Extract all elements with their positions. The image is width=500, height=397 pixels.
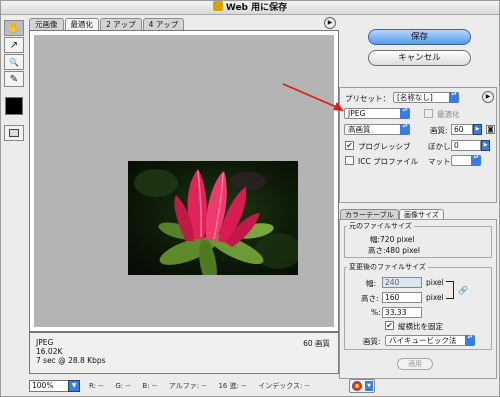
view-tabs: 元画像 最適化 2 アップ 4 アップ — [29, 18, 185, 30]
resample-label: 画質: — [363, 337, 381, 346]
width-field[interactable]: 240 — [382, 277, 422, 288]
eyedropper-color-swatch[interactable] — [5, 97, 23, 115]
preview-info-panel: JPEG 16.02K 7 sec @ 28.8 Kbps 60 画質 — [29, 332, 339, 374]
hand-icon: ✋ — [7, 22, 21, 34]
chevron-down-icon[interactable]: ▼ — [68, 380, 80, 392]
quality-label: 画質: — [430, 126, 448, 135]
constrain-proportions-label: 縦横比を固定 — [398, 322, 443, 331]
status-alpha: アルファ: -- — [168, 382, 207, 390]
browser-icon — [352, 381, 362, 391]
save-for-web-window: Web 用に保存 ✋ ↗ 🔍 ✎ 元画像 最適化 2 アップ 4 アップ ▶ J… — [0, 0, 500, 397]
preview-pane — [29, 30, 339, 332]
matte-label: マット: — [428, 157, 454, 166]
slice-select-tool[interactable]: ↗ — [4, 37, 24, 53]
matte-select[interactable] — [451, 155, 481, 166]
play-arrow-icon: ▶ — [485, 93, 491, 100]
toolbox: ✋ ↗ 🔍 ✎ — [4, 20, 24, 142]
tab-original[interactable]: 元画像 — [29, 18, 64, 30]
info-format: JPEG — [36, 338, 54, 347]
status-b: B: -- — [142, 382, 157, 390]
blur-slider-arrow[interactable]: ▶ — [481, 140, 490, 151]
width-unit: pixel — [426, 278, 444, 287]
quality-field[interactable]: 60 — [451, 124, 473, 135]
icc-profile-label: ICC プロファイル — [358, 157, 419, 166]
status-index: インデックス: -- — [258, 382, 310, 390]
slices-visibility-icon — [9, 129, 19, 137]
resample-select[interactable]: バイキュービック法 — [385, 335, 475, 346]
quality-slider-arrow[interactable]: ▶ — [473, 124, 482, 135]
preset-label: プリセット： — [345, 94, 390, 103]
progressive-label: プログレッシブ — [358, 142, 411, 151]
preview-image — [128, 161, 298, 275]
play-arrow-icon: ▶ — [327, 19, 333, 26]
width-label: 幅: — [366, 279, 377, 288]
info-file-size: 16.02K — [36, 347, 63, 356]
save-button[interactable]: 保存 — [368, 29, 471, 45]
toggle-slices-tool[interactable] — [4, 125, 24, 141]
original-width: 幅:720 pixel — [370, 235, 415, 244]
apply-button[interactable]: 適用 — [397, 358, 433, 370]
preview-menu-button[interactable]: ▶ — [324, 17, 336, 29]
zoom-tool[interactable]: 🔍 — [4, 54, 24, 70]
optimized-label: 最適化 — [437, 110, 460, 119]
height-label: 高さ: — [361, 294, 379, 303]
format-select[interactable]: JPEG — [344, 108, 410, 119]
original-size-title: 元のファイルサイズ — [347, 221, 414, 231]
blur-field[interactable]: 0 — [451, 140, 481, 151]
window-title: Web 用に保存 — [225, 3, 288, 13]
info-download-time: 7 sec @ 28.8 Kbps — [36, 356, 106, 365]
tab-2up[interactable]: 2 アップ — [100, 18, 142, 30]
tab-4up[interactable]: 4 アップ — [142, 18, 185, 30]
tab-optimized[interactable]: 最適化 — [64, 18, 99, 30]
info-quality: 60 画質 — [303, 339, 330, 348]
cancel-button[interactable]: キャンセル — [368, 50, 471, 66]
lock-icon: 🔗 — [458, 286, 468, 295]
icc-profile-checkbox[interactable] — [345, 156, 354, 165]
status-hex: 16 進: -- — [218, 382, 247, 390]
preview-in-browser-button[interactable]: ▼ — [349, 379, 375, 393]
zoom-value: 100% — [32, 381, 54, 390]
quality-mask-icon[interactable]: ◙ — [486, 125, 495, 134]
status-g: G: -- — [115, 382, 131, 390]
slice-select-icon: ↗ — [9, 39, 19, 51]
zoom-icon: 🔍 — [9, 57, 19, 67]
optimized-checkbox[interactable] — [424, 109, 433, 118]
status-bar: 100% ▼ R: -- G: -- B: -- アルファ: -- 16 進: … — [29, 379, 499, 393]
original-height: 高さ:480 pixel — [368, 246, 420, 255]
status-r: R: -- — [89, 382, 104, 390]
eyedropper-icon: ✎ — [9, 73, 19, 85]
eyedropper-tool[interactable]: ✎ — [4, 71, 24, 87]
height-unit: pixel — [426, 293, 444, 302]
percent-label: %: — [371, 308, 381, 317]
zoom-select[interactable]: 100% ▼ — [29, 380, 80, 392]
constrain-proportions-checkbox[interactable]: ✔ — [385, 321, 394, 330]
hand-tool[interactable]: ✋ — [4, 20, 24, 36]
photoshop-icon — [212, 1, 223, 11]
title-bar: Web 用に保存 — [1, 1, 499, 15]
blur-label: ぼかし: — [428, 142, 454, 151]
azalea-bud-photo — [134, 169, 298, 275]
height-field[interactable]: 160 — [382, 292, 422, 303]
link-chain-icon — [446, 281, 454, 299]
chevron-down-icon: ▼ — [365, 381, 373, 391]
percent-field[interactable]: 33.33 — [382, 307, 422, 318]
new-size-title: 変更後のファイルサイズ — [347, 262, 428, 272]
quality-preset-select[interactable]: 高画質 — [344, 124, 410, 135]
preview-canvas[interactable] — [34, 35, 334, 327]
progressive-checkbox[interactable]: ✔ — [345, 141, 354, 150]
preset-select[interactable]: [名称なし] — [393, 92, 459, 103]
optimize-menu-button[interactable]: ▶ — [482, 91, 494, 103]
